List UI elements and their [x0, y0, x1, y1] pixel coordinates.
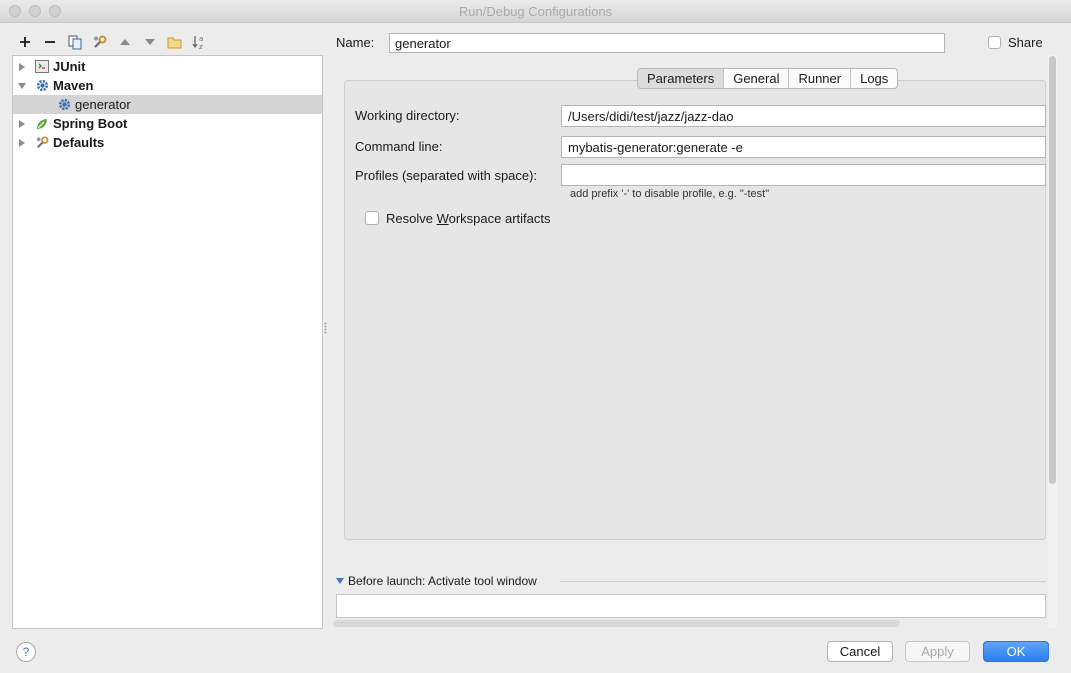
tab-general[interactable]: General — [723, 69, 788, 88]
horizontal-scrollbar-thumb[interactable] — [333, 620, 900, 627]
run-debug-configurations-window: Run/Debug Configurations az JUnit Maven … — [0, 0, 1071, 673]
share-label[interactable]: Share — [1008, 35, 1043, 50]
resolve-label-post: orkspace artifacts — [448, 211, 551, 226]
window-title: Run/Debug Configurations — [458, 4, 613, 19]
working-directory-input[interactable] — [561, 105, 1046, 127]
splitter-handle[interactable] — [324, 322, 327, 334]
resolve-workspace-label[interactable]: Resolve Workspace artifacts — [386, 211, 551, 226]
move-up-button[interactable] — [114, 32, 135, 52]
arrow-up-icon — [119, 39, 130, 45]
title-bar: Run/Debug Configurations — [0, 0, 1071, 23]
tab-logs[interactable]: Logs — [850, 69, 897, 88]
config-toolbar: az — [14, 32, 210, 52]
tree-item-label: generator — [75, 97, 131, 112]
expand-arrow-icon[interactable] — [17, 138, 27, 148]
name-label: Name: — [336, 35, 375, 50]
junit-icon — [35, 60, 49, 74]
expand-arrow-icon[interactable] — [17, 62, 27, 72]
before-launch-list[interactable] — [336, 594, 1046, 618]
svg-text:z: z — [199, 43, 203, 50]
apply-button[interactable]: Apply — [905, 641, 970, 662]
spring-leaf-icon — [35, 117, 49, 131]
remove-config-button[interactable] — [39, 32, 60, 52]
tree-item-maven[interactable]: Maven — [13, 76, 326, 95]
minus-icon — [44, 41, 55, 43]
expand-arrow-icon[interactable] — [17, 119, 27, 129]
plus-icon — [19, 37, 30, 47]
tab-parameters[interactable]: Parameters — [638, 69, 724, 88]
tree-item-label: Defaults — [53, 135, 105, 150]
ok-button[interactable]: OK — [983, 641, 1049, 662]
tree-item-spring-boot[interactable]: Spring Boot — [13, 114, 326, 133]
add-config-button[interactable] — [14, 32, 35, 52]
edit-defaults-button[interactable] — [89, 32, 110, 52]
share-checkbox[interactable] — [988, 36, 1001, 49]
copy-icon — [68, 35, 81, 49]
folder-icon — [167, 37, 182, 48]
arrow-down-icon — [144, 39, 155, 45]
profiles-label: Profiles (separated with space): — [355, 168, 538, 183]
before-launch-toggle-icon[interactable] — [336, 577, 344, 585]
tree-item-label: Spring Boot — [53, 116, 128, 131]
gear-icon — [57, 98, 71, 112]
config-tabs: Parameters General Runner Logs — [637, 68, 899, 89]
before-launch-divider — [560, 581, 1046, 582]
resolve-label-mnemonic: W — [436, 211, 449, 226]
tree-item-label: Maven — [53, 78, 94, 93]
svg-text:a: a — [199, 35, 203, 43]
sort-configs-button[interactable]: az — [189, 32, 210, 52]
command-line-label: Command line: — [355, 139, 443, 154]
before-launch-label[interactable]: Before launch: Activate tool window — [348, 574, 537, 588]
name-input[interactable] — [389, 33, 945, 53]
copy-config-button[interactable] — [64, 32, 85, 52]
help-button[interactable]: ? — [16, 642, 36, 662]
move-down-button[interactable] — [139, 32, 160, 52]
sort-az-icon: az — [192, 35, 203, 50]
create-folder-button[interactable] — [164, 32, 185, 52]
cancel-button[interactable]: Cancel — [827, 641, 893, 662]
collapse-arrow-icon[interactable] — [17, 81, 27, 91]
resolve-workspace-checkbox[interactable] — [365, 211, 379, 225]
tree-item-junit[interactable]: JUnit — [13, 57, 326, 76]
config-tree[interactable]: JUnit Maven generator Spring Boot Defaul… — [12, 55, 323, 629]
tree-item-defaults[interactable]: Defaults — [13, 133, 326, 152]
wrench-icon — [94, 35, 107, 48]
profiles-input[interactable] — [561, 164, 1046, 186]
tree-item-generator[interactable]: generator — [13, 95, 322, 114]
vertical-scrollbar-thumb[interactable] — [1049, 56, 1056, 484]
working-directory-label: Working directory: — [355, 108, 460, 123]
command-line-input[interactable] — [561, 136, 1046, 158]
profiles-hint: add prefix '-' to disable profile, e.g. … — [570, 188, 770, 200]
resolve-label-pre: Resolve — [386, 211, 437, 226]
tab-runner[interactable]: Runner — [788, 69, 850, 88]
wrench-icon — [35, 136, 49, 150]
tree-item-label: JUnit — [53, 59, 86, 74]
maven-gear-icon — [35, 79, 49, 93]
